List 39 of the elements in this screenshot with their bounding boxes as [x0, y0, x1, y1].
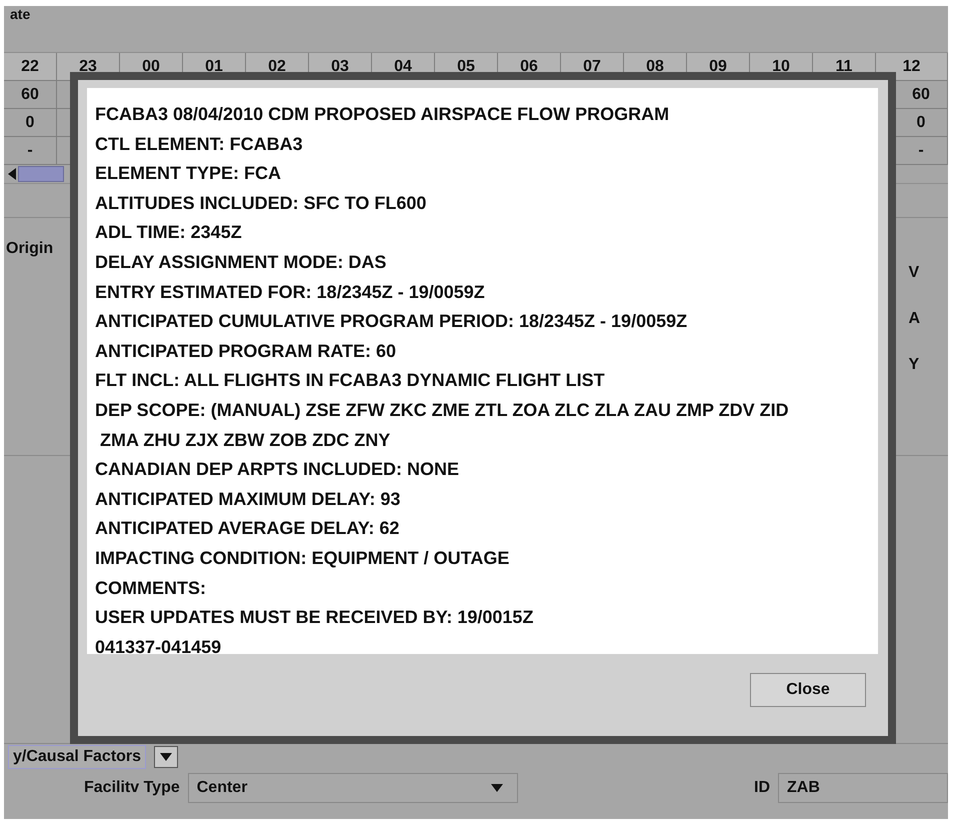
- column-label: ate: [10, 6, 30, 22]
- advisory-line: ADL TIME: 2345Z: [95, 221, 243, 244]
- table-cell: 60: [4, 81, 57, 108]
- advisory-line: ANTICIPATED MAXIMUM DELAY: 93: [95, 488, 402, 511]
- field-label: Facilitv Type: [84, 779, 180, 797]
- close-button[interactable]: Close: [750, 673, 866, 707]
- advisory-line: ELEMENT TYPE: FCA: [95, 162, 282, 186]
- advisory-line: CTL ELEMENT: FCABA3: [95, 132, 304, 156]
- scroll-left-icon[interactable]: [8, 168, 16, 180]
- advisory-line: CANADIAN DEP ARPTS INCLUDED: NONE: [95, 458, 460, 482]
- column-text: V: [908, 264, 920, 282]
- origin-label: Origin: [6, 240, 54, 258]
- advisory-line: FLT INCL: ALL FLIGHTS IN FCABA3 DYNAMIC FLIGHT LIST: [95, 369, 606, 392]
- scrollbar-thumb[interactable]: [18, 166, 64, 182]
- table-cell: 0: [4, 109, 57, 136]
- advisory-line: ANTICIPATED CUMULATIVE PROGRAM PERIOD: 18/2345Z - 19/0059Z: [95, 310, 688, 334]
- advisory-line: ANTICIPATED AVERAGE DELAY: 62: [95, 517, 400, 540]
- column-text: Y: [908, 356, 920, 374]
- caret-icon: [160, 753, 172, 761]
- category-select[interactable]: y/Causal Factors: [8, 745, 146, 769]
- advisory-line: IMPACTING CONDITION: EQUIPMENT / OUTAGE: [95, 546, 510, 570]
- field-label: ID: [754, 779, 770, 797]
- facility-type-select[interactable]: Center: [188, 773, 518, 803]
- advisory-line: ANTICIPATED PROGRAM RATE: 60: [95, 340, 398, 363]
- hour-header: 22: [4, 53, 57, 80]
- advisory-line: DELAY ASSIGNMENT MODE: DAS: [95, 250, 388, 274]
- dropdown-button[interactable]: [154, 746, 178, 768]
- advisory-line: FCABA3 08/04/2010 CDM PROPOSED AIRSPACE FLOW PROGRAM: [95, 103, 670, 126]
- advisory-line: ZMA ZHU ZJX ZBW ZOB ZDC ZNY: [99, 428, 392, 452]
- advisory-line: ALTITUDES INCLUDED: SFC TO FL600: [95, 192, 428, 215]
- caret-icon: [490, 784, 503, 792]
- advisory-line: COMMENTS:: [95, 576, 207, 600]
- advisory-line: USER UPDATES MUST BE RECEIVED BY: 19/0015Z: [95, 606, 534, 630]
- id-field[interactable]: ZAB: [778, 773, 948, 803]
- column-text: A: [908, 310, 920, 328]
- table-cell: -: [4, 137, 57, 164]
- advisory-line: ENTRY ESTIMATED FOR: 18/2345Z - 19/0059Z: [95, 280, 486, 304]
- advisory-line: DEP SCOPE: (MANUAL) ZSE ZFW ZKC ZME ZTL ZOA ZLC ZLA ZAU ZMP ZDV ZID: [95, 398, 790, 422]
- advisory-line: 041337-041459: [95, 636, 222, 659]
